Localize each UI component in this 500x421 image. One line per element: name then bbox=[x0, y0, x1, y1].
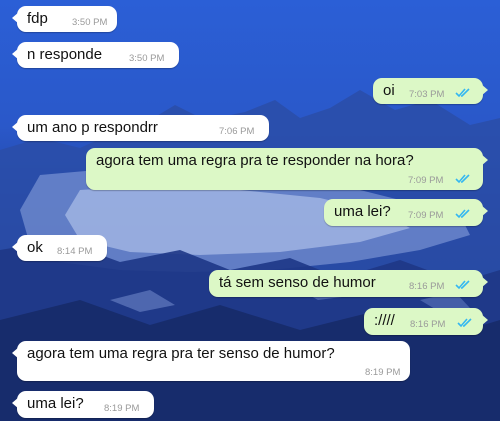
message-timestamp: 7:09 PM bbox=[408, 210, 444, 221]
message-text: ok bbox=[27, 239, 43, 256]
message-text: uma lei? bbox=[334, 203, 391, 220]
double-check-icon bbox=[455, 88, 470, 98]
double-check-icon bbox=[457, 318, 472, 328]
message-text: n responde bbox=[27, 46, 103, 63]
message-text: tá sem senso de humor bbox=[219, 274, 376, 291]
double-check-icon bbox=[455, 209, 470, 219]
message-text: ://// bbox=[374, 312, 395, 329]
incoming-message[interactable]: um ano p respondrr 7:06 PM bbox=[12, 115, 269, 141]
message-timestamp: 8:16 PM bbox=[409, 281, 445, 292]
outgoing-message[interactable]: oi 7:03 PM bbox=[373, 78, 488, 104]
message-timestamp: 7:09 PM bbox=[408, 175, 444, 186]
message-timestamp: 3:50 PM bbox=[72, 17, 108, 28]
message-timestamp: 3:50 PM bbox=[129, 53, 165, 64]
outgoing-message[interactable]: uma lei? 7:09 PM bbox=[324, 199, 488, 226]
message-timestamp: 7:03 PM bbox=[409, 89, 445, 100]
message-timestamp: 8:14 PM bbox=[57, 246, 93, 257]
message-text: agora tem uma regra pra te responder na … bbox=[96, 152, 414, 169]
double-check-icon bbox=[455, 280, 470, 290]
message-text: uma lei? bbox=[27, 395, 84, 412]
message-timestamp: 8:19 PM bbox=[104, 403, 140, 414]
message-timestamp: 7:06 PM bbox=[219, 126, 255, 137]
message-text: agora tem uma regra pra ter senso de hum… bbox=[27, 345, 335, 362]
incoming-message[interactable]: n responde 3:50 PM bbox=[12, 42, 179, 68]
incoming-message[interactable]: uma lei? 8:19 PM bbox=[12, 391, 154, 418]
message-text: oi bbox=[383, 82, 395, 99]
outgoing-message[interactable]: tá sem senso de humor 8:16 PM bbox=[209, 270, 488, 297]
incoming-message[interactable]: ok 8:14 PM bbox=[12, 235, 107, 261]
message-timestamp: 8:19 PM bbox=[365, 367, 401, 378]
double-check-icon bbox=[455, 174, 470, 184]
incoming-message[interactable]: fdp 3:50 PM bbox=[12, 6, 117, 32]
message-timestamp: 8:16 PM bbox=[410, 319, 446, 330]
incoming-message[interactable]: agora tem uma regra pra ter senso de hum… bbox=[12, 341, 410, 381]
message-text: um ano p respondrr bbox=[27, 119, 158, 136]
message-text: fdp bbox=[27, 10, 48, 27]
outgoing-message[interactable]: agora tem uma regra pra te responder na … bbox=[86, 148, 488, 190]
outgoing-message[interactable]: ://// 8:16 PM bbox=[364, 308, 488, 335]
